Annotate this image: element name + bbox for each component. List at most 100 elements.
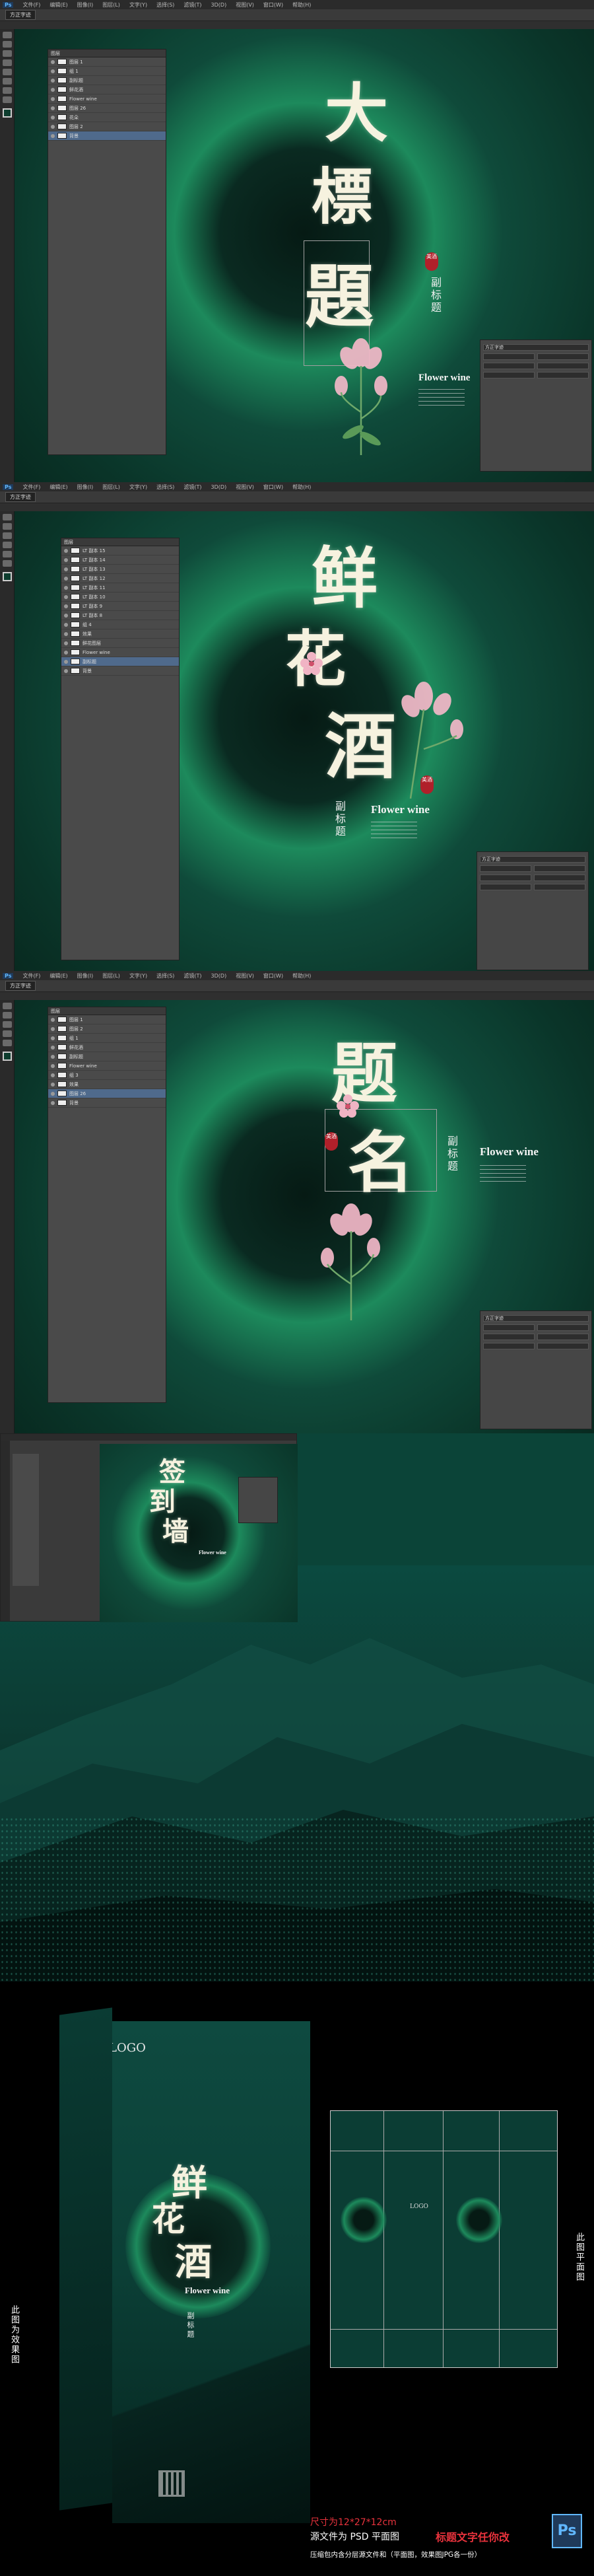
eye-icon[interactable] [64, 613, 68, 618]
menu-help[interactable]: 帮助(H) [292, 1, 311, 9]
document-tabs[interactable] [0, 21, 594, 29]
layer-row[interactable]: Flower wine [48, 1061, 166, 1071]
menu-window[interactable]: 窗口(W) [263, 483, 283, 491]
eye-icon[interactable] [51, 1063, 55, 1068]
eye-icon[interactable] [51, 1100, 55, 1105]
eye-icon[interactable] [64, 585, 68, 590]
layer-row[interactable]: 效果 [48, 1080, 166, 1089]
size-field[interactable] [480, 865, 531, 872]
eye-icon[interactable] [51, 1045, 55, 1050]
font-field[interactable]: 方正字迹 [480, 856, 585, 863]
menu-layer[interactable]: 图层(L) [102, 972, 120, 980]
menu-filter[interactable]: 滤镜(T) [183, 1, 201, 9]
layer-row[interactable]: 图层 1 [48, 1015, 166, 1024]
menu-file[interactable]: 文件(F) [22, 483, 40, 491]
document-tabs[interactable] [0, 992, 594, 1000]
move-tool-icon[interactable] [2, 32, 12, 38]
eye-icon[interactable] [51, 87, 55, 92]
menu-view[interactable]: 视图(V) [236, 1, 254, 9]
type-tool-icon[interactable] [2, 1040, 12, 1046]
menu-filter[interactable]: 滤镜(T) [183, 483, 201, 491]
layer-row[interactable]: LT 副本 8 [61, 611, 179, 620]
eye-icon[interactable] [51, 59, 55, 64]
menu-edit[interactable]: 编辑(E) [50, 1, 67, 9]
canvas[interactable]: 图层 图层 1 图层 2 组 1 鲜花酒 副标题 Flower wine 组 3… [15, 1000, 594, 1433]
eye-icon[interactable] [51, 96, 55, 101]
eye-icon[interactable] [51, 69, 55, 73]
menu-filter[interactable]: 滤镜(T) [183, 972, 201, 980]
layer-row[interactable]: LT 副本 10 [61, 592, 179, 602]
layer-row[interactable]: LT 副本 11 [61, 583, 179, 592]
layer-row[interactable]: 图层 26 [48, 104, 166, 113]
scale-field[interactable] [483, 372, 535, 378]
font-field[interactable]: 方正字迹 [483, 344, 589, 351]
hand-tool-icon[interactable] [2, 96, 12, 103]
layer-row-selected[interactable]: 副标题 [61, 657, 179, 666]
menu-image[interactable]: 图像(I) [77, 1, 94, 9]
layer-row[interactable]: 背景 [61, 666, 179, 676]
type-tool-icon[interactable] [2, 87, 12, 94]
kerning-field[interactable] [534, 875, 585, 881]
eye-icon[interactable] [51, 133, 55, 138]
canvas[interactable]: 图层 LT 副本 15 LT 副本 14 LT 副本 13 LT 副本 12 L… [15, 511, 594, 971]
tracking-field[interactable] [483, 363, 535, 369]
menu-3d[interactable]: 3D(D) [211, 484, 227, 490]
color-swatch[interactable] [2, 572, 12, 581]
eye-icon[interactable] [64, 631, 68, 636]
layer-row-selected[interactable]: 图层 26 [48, 1089, 166, 1098]
menu-window[interactable]: 窗口(W) [263, 1, 283, 9]
document-tabs[interactable] [0, 503, 594, 511]
eye-icon[interactable] [51, 106, 55, 110]
kerning-field[interactable] [537, 1334, 589, 1340]
leading-field[interactable] [534, 865, 585, 872]
eye-icon[interactable] [64, 576, 68, 581]
eye-icon[interactable] [64, 548, 68, 553]
eye-icon[interactable] [51, 115, 55, 120]
layer-row[interactable]: 花朵 [48, 113, 166, 122]
layer-row[interactable]: 鲜花酒 [48, 1043, 166, 1052]
font-family-field[interactable]: 方正字迹 [5, 492, 36, 502]
layer-row[interactable]: 组 4 [61, 620, 179, 629]
layer-row[interactable]: 组 3 [48, 1071, 166, 1080]
menu-view[interactable]: 视图(V) [236, 972, 254, 980]
menu-view[interactable]: 视图(V) [236, 483, 254, 491]
menu-file[interactable]: 文件(F) [22, 1, 40, 9]
eye-icon[interactable] [64, 567, 68, 571]
canvas[interactable]: 图层 图层 1 组 1 副标题 鲜花酒 Flower wine 图层 26 花朵… [15, 29, 594, 482]
eye-icon[interactable] [64, 594, 68, 599]
layer-row[interactable]: LT 副本 13 [61, 565, 179, 574]
layer-row[interactable]: 副标题 [48, 76, 166, 85]
menu-layer[interactable]: 图层(L) [102, 483, 120, 491]
eraser-tool-icon[interactable] [2, 78, 12, 85]
marquee-tool-icon[interactable] [2, 1012, 12, 1019]
layer-row[interactable]: 背景 [48, 1098, 166, 1108]
eye-icon[interactable] [51, 1054, 55, 1059]
eye-icon[interactable] [64, 659, 68, 664]
font-field[interactable]: 方正字迹 [483, 1315, 589, 1322]
eye-icon[interactable] [64, 668, 68, 673]
layer-row[interactable]: 图层 2 [48, 122, 166, 131]
layer-row[interactable]: 图层 1 [48, 57, 166, 67]
eye-icon[interactable] [51, 1017, 55, 1022]
eye-icon[interactable] [64, 641, 68, 645]
menu-window[interactable]: 窗口(W) [263, 972, 283, 980]
layer-row[interactable]: 组 1 [48, 1034, 166, 1043]
tracking-field[interactable] [480, 875, 531, 881]
crop-tool-icon[interactable] [2, 59, 12, 66]
eye-icon[interactable] [64, 650, 68, 655]
font-family-field[interactable]: 方正字迹 [5, 10, 36, 20]
brush-tool-icon[interactable] [2, 551, 12, 557]
eye-icon[interactable] [64, 557, 68, 562]
layer-row[interactable]: 鲜花酒 [48, 85, 166, 94]
menu-edit[interactable]: 编辑(E) [50, 483, 67, 491]
eye-icon[interactable] [51, 124, 55, 129]
menu-help[interactable]: 帮助(H) [292, 972, 311, 980]
scale-field[interactable] [483, 1343, 535, 1349]
menu-image[interactable]: 图像(I) [77, 972, 94, 980]
layer-row[interactable]: Flower wine [61, 648, 179, 657]
eye-icon[interactable] [51, 1036, 55, 1040]
mini-canvas[interactable]: 签 到 墙 Flower wine [100, 1444, 298, 1622]
menu-help[interactable]: 帮助(H) [292, 483, 311, 491]
type-tool-icon[interactable] [2, 560, 12, 567]
tracking-field[interactable] [483, 1334, 535, 1340]
